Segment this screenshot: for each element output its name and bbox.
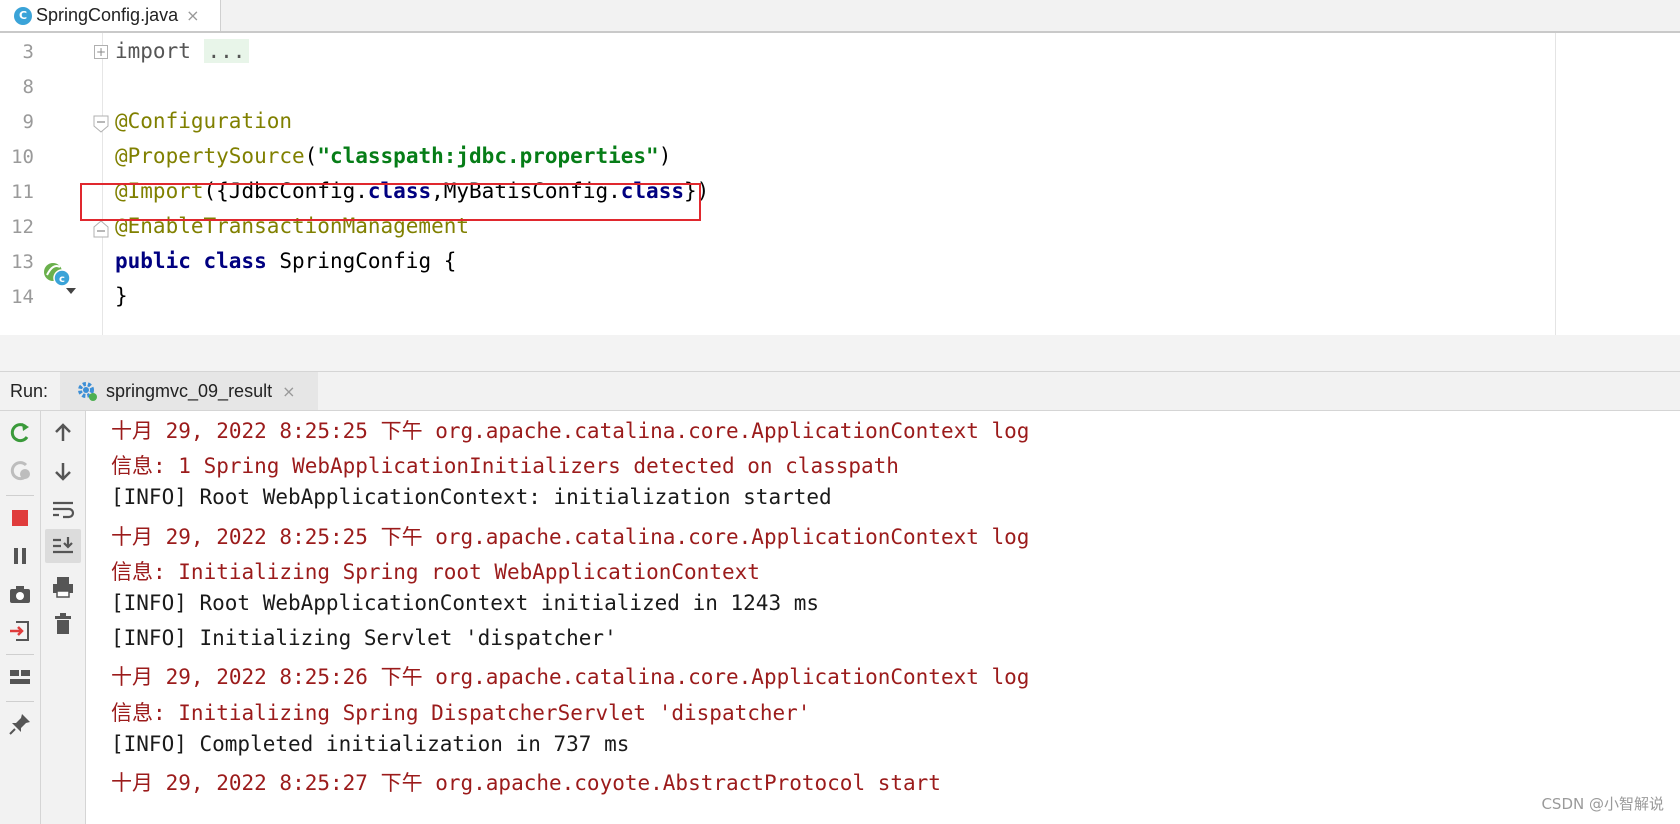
java-class-icon: C [14, 6, 32, 25]
console-line: [INFO] Root WebApplicationContext initia… [111, 591, 820, 615]
code-text[interactable]: } [115, 284, 128, 308]
close-run-tab-icon[interactable]: × [282, 382, 295, 401]
code-line[interactable]: 8 [0, 68, 1680, 105]
trash-icon[interactable] [49, 610, 77, 638]
code-text[interactable]: public class SpringConfig { [115, 249, 456, 273]
console-line: 十月 29, 2022 8:25:25 下午 org.apache.catali… [111, 524, 1030, 549]
console-output[interactable]: 十月 29, 2022 8:25:25 下午 org.apache.catali… [86, 411, 1680, 824]
run-config-tab-label: springmvc_09_result [106, 380, 273, 401]
run-panel-header: Run: springmvc_09_result × [0, 372, 1680, 411]
toolbar-divider [6, 654, 34, 655]
code-token: ( [304, 144, 318, 168]
code-line[interactable]: 10 @PropertySource("classpath:jdbc.proper… [0, 138, 1680, 175]
run-config-tab[interactable]: springmvc_09_result × [60, 372, 318, 410]
camera-icon[interactable] [6, 580, 34, 608]
console-line: 信息: Initializing Spring DispatcherServle… [111, 700, 811, 725]
console-line: 十月 29, 2022 8:25:25 下午 org.apache.catali… [111, 419, 1030, 443]
line-number: 10 [11, 146, 34, 168]
fold-expand-icon[interactable]: + [94, 45, 108, 59]
fold-collapse-icon[interactable] [93, 220, 109, 238]
console-line: 十月 29, 2022 8:25:26 下午 org.apache.catali… [111, 665, 1030, 690]
layout-icon[interactable] [6, 663, 34, 691]
print-icon[interactable] [49, 573, 77, 601]
editor-tab-bar: C SpringConfig.java × [0, 0, 1680, 33]
console-line: [INFO] Initializing Servlet 'dispatcher' [111, 626, 617, 651]
code-text[interactable]: @Configuration [115, 109, 292, 133]
code-token: ) [658, 144, 672, 168]
code-token: @PropertySource [115, 144, 305, 168]
console-line: [INFO] Root WebApplicationContext: initi… [111, 485, 832, 510]
fold-collapse-icon[interactable] [93, 115, 109, 133]
editor-bottom-strip [0, 335, 1680, 372]
line-number: 11 [11, 181, 34, 203]
toolbar-divider [6, 495, 34, 496]
highlight-annotation-box [80, 183, 701, 221]
code-token: @Configuration [115, 109, 293, 133]
console-line: 信息: Initializing Spring root WebApplicat… [111, 559, 760, 584]
rerun-failed-icon[interactable] [6, 457, 34, 485]
code-editor[interactable]: 3 import ... 8 9 @Configuration 10 @PropertySo… [0, 33, 1680, 335]
code-token: public class [115, 249, 280, 273]
code-text[interactable]: @PropertySource("classpath:jdbc.properti… [115, 144, 671, 168]
scroll-to-end-toggle[interactable] [45, 529, 81, 563]
code-token: ... [203, 39, 250, 63]
line-number: 13 [11, 251, 34, 273]
run-label: Run: [10, 381, 49, 401]
svg-text:c: c [59, 274, 65, 285]
code-token: "classpath:jdbc.properties" [317, 144, 659, 168]
exit-icon[interactable] [6, 617, 34, 645]
code-token: SpringConfig { [279, 249, 457, 273]
pin-icon[interactable] [6, 710, 34, 738]
code-line[interactable]: 13 public class SpringConfig { [0, 243, 1680, 280]
code-line[interactable]: 3 import ... [0, 33, 1680, 70]
editor-tab-label: SpringConfig.java [36, 5, 179, 25]
code-token: } [115, 284, 128, 308]
code-text[interactable]: import ... [115, 39, 250, 63]
console-line: 十月 29, 2022 8:25:27 下午 org.apache.coyote… [111, 771, 941, 795]
down-arrow-icon[interactable] [49, 457, 77, 485]
stop-icon[interactable] [6, 504, 34, 532]
pause-icon[interactable] [6, 542, 34, 570]
console-line: 信息: 1 Spring WebApplicationInitializers … [111, 454, 899, 479]
soft-wrap-icon[interactable] [49, 495, 77, 523]
code-line[interactable]: 14} [0, 278, 1680, 315]
code-line[interactable]: 9 @Configuration [0, 103, 1680, 140]
line-number: 12 [11, 216, 34, 238]
up-arrow-icon[interactable] [49, 419, 77, 447]
spring-bean-gutter-icon[interactable]: c [42, 261, 78, 295]
rerun-icon[interactable] [6, 419, 34, 447]
code-token: import [115, 39, 204, 63]
run-toolbar-secondary [41, 411, 86, 824]
console-line: [INFO] Completed initialization in 737 m… [111, 731, 630, 756]
toolbar-divider [6, 701, 34, 702]
line-number: 8 [22, 76, 34, 98]
run-config-gear-icon [78, 382, 97, 401]
editor-tab-springconfig[interactable]: C SpringConfig.java × [0, 0, 221, 31]
scroll-to-end-icon [53, 537, 73, 554]
line-number: 3 [22, 41, 34, 63]
watermark: CSDN @小智解说 [1541, 795, 1664, 813]
line-number: 9 [22, 111, 34, 133]
run-toolbar-primary [0, 411, 41, 824]
close-tab-icon[interactable]: × [186, 6, 199, 25]
line-number: 14 [11, 286, 34, 308]
